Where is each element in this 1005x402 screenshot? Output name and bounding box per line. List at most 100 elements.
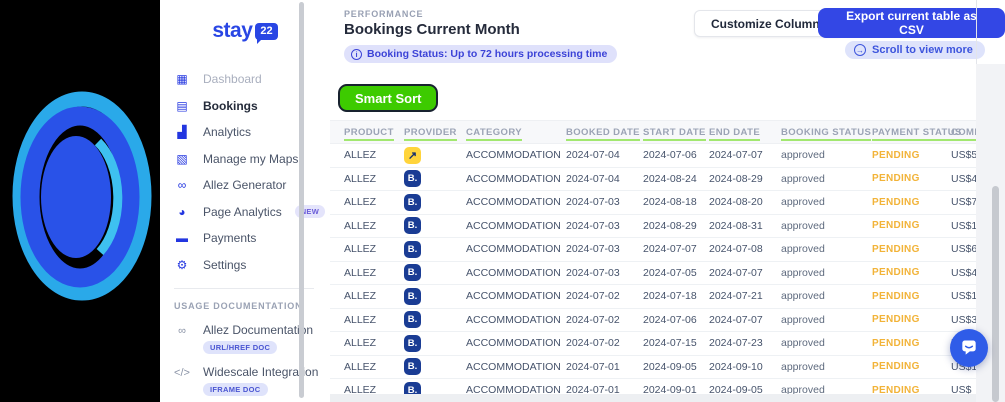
sidebar-item-bookings[interactable]: ▤ Bookings	[174, 93, 330, 120]
cell-payment-status: PENDING	[872, 243, 920, 255]
sidebar-scrollbar[interactable]	[299, 2, 304, 398]
cell-payment-status: PENDING	[872, 267, 920, 279]
column-header-start-date[interactable]: START DATE	[643, 126, 709, 141]
chat-widget-button[interactable]	[950, 329, 988, 367]
sidebar-item-widescale-integration[interactable]: </> Widescale Integration IFRAME DOC	[160, 357, 330, 399]
table-row[interactable]: ALLEZ B. ACCOMMODATION 2024-07-02 2024-0…	[330, 332, 976, 356]
sidebar-item-payments[interactable]: ▬ Payments	[174, 225, 330, 252]
scroll-to-view-more[interactable]: → Scroll to view more	[845, 41, 985, 59]
cell-payment-status: PENDING	[872, 196, 920, 208]
cell-commission: US$6.1	[951, 243, 976, 256]
cell-booked-date: 2024-07-01	[566, 384, 620, 394]
column-header-provider[interactable]: PROVIDER	[404, 126, 466, 141]
column-header-booked-date[interactable]: BOOKED DATE	[566, 126, 643, 141]
cell-start-date: 2024-07-18	[643, 290, 697, 303]
cell-start-date: 2024-07-07	[643, 243, 697, 256]
cell-product: ALLEZ	[344, 337, 377, 350]
sidebar-item-allez-generator[interactable]: ∞ Allez Generator	[174, 172, 330, 199]
cell-product: ALLEZ	[344, 172, 377, 185]
cell-product: ALLEZ	[344, 290, 377, 303]
booking-provider-icon: B.	[404, 287, 421, 305]
table-row[interactable]: ALLEZ B. ACCOMMODATION 2024-07-03 2024-0…	[330, 238, 976, 262]
vertical-scrollbar[interactable]	[992, 186, 999, 402]
cell-start-date: 2024-07-06	[643, 149, 697, 162]
stay22-logo[interactable]: stay 22	[160, 0, 330, 48]
cell-category: ACCOMMODATION	[466, 290, 561, 303]
cell-commission: US$7.8	[951, 196, 976, 209]
booking-provider-icon: B.	[404, 217, 421, 235]
info-icon: i	[351, 48, 362, 60]
cell-product: ALLEZ	[344, 384, 377, 394]
table-row[interactable]: ALLEZ B. ACCOMMODATION 2024-07-03 2024-0…	[330, 261, 976, 285]
table-row[interactable]: ALLEZ B. ACCOMMODATION 2024-07-02 2024-0…	[330, 285, 976, 309]
cell-end-date: 2024-07-21	[709, 290, 763, 303]
cell-provider: B.	[404, 217, 466, 235]
performance-eyebrow: PERFORMANCE	[344, 9, 424, 19]
cell-booked-date: 2024-07-03	[566, 243, 620, 256]
sidebar-nav: ▦ Dashboard ▤ Bookings ▟ Analytics ▧ Man…	[160, 48, 330, 278]
bookings-table: PRODUCT PROVIDER CATEGORY BOOKED DATE START …	[330, 120, 976, 394]
cell-booking-status: approved	[781, 219, 825, 232]
column-header-commission[interactable]: COMMISSION	[951, 126, 976, 141]
cell-commission: US$4.5	[951, 266, 976, 279]
table-row[interactable]: ALLEZ B. ACCOMMODATION 2024-07-03 2024-0…	[330, 191, 976, 215]
sidebar-item-analytics[interactable]: ▟ Analytics	[174, 119, 330, 146]
doc-type-badge: URL/HREF DOC	[203, 341, 278, 354]
cell-booked-date: 2024-07-04	[566, 172, 620, 185]
column-header-end-date[interactable]: END DATE	[709, 126, 781, 141]
cell-booking-status: approved	[781, 172, 825, 185]
sidebar-item-dashboard[interactable]: ▦ Dashboard	[174, 66, 330, 93]
cell-end-date: 2024-08-29	[709, 172, 763, 185]
cell-provider: ↗	[404, 146, 466, 164]
cell-booked-date: 2024-07-03	[566, 266, 620, 279]
cell-category: ACCOMMODATION	[466, 360, 561, 373]
booking-provider-icon: B.	[404, 381, 421, 394]
cell-booking-status: approved	[781, 243, 825, 256]
table-row[interactable]: ALLEZ B. ACCOMMODATION 2024-07-01 2024-0…	[330, 379, 976, 394]
horizontal-scrollbar[interactable]	[330, 394, 976, 402]
cell-product: ALLEZ	[344, 243, 377, 256]
cell-commission: US$3.5	[951, 313, 976, 326]
cell-booking-status: approved	[781, 360, 825, 373]
smart-sort-button[interactable]: Smart Sort	[338, 84, 439, 112]
table-row[interactable]: ALLEZ B. ACCOMMODATION 2024-07-02 2024-0…	[330, 308, 976, 332]
cell-start-date: 2024-07-15	[643, 337, 697, 350]
table-row[interactable]: ALLEZ B. ACCOMMODATION 2024-07-01 2024-0…	[330, 355, 976, 379]
app-window: stay 22 ▦ Dashboard ▤ Bookings ▟ Analyti…	[0, 0, 1005, 402]
table-row[interactable]: ALLEZ B. ACCOMMODATION 2024-07-03 2024-0…	[330, 214, 976, 238]
cell-start-date: 2024-09-05	[643, 360, 697, 373]
cell-payment-status: PENDING	[872, 384, 920, 394]
table-header-row: PRODUCT PROVIDER CATEGORY BOOKED DATE START …	[330, 121, 976, 144]
booking-provider-icon: B.	[404, 264, 421, 282]
doc-type-badge: IFRAME DOC	[203, 383, 268, 396]
cell-booked-date: 2024-07-01	[566, 360, 620, 373]
sidebar-item-settings[interactable]: ⚙ Settings	[174, 252, 330, 279]
cell-provider: B.	[404, 381, 466, 394]
sidebar: stay 22 ▦ Dashboard ▤ Bookings ▟ Analyti…	[160, 0, 330, 402]
link-icon: ∞	[177, 178, 187, 193]
sidebar-item-manage-my-maps[interactable]: ▧ Manage my Maps	[174, 146, 330, 173]
column-header-product[interactable]: PRODUCT	[344, 126, 404, 141]
table-row[interactable]: ALLEZ ↗ ACCOMMODATION 2024-07-04 2024-07…	[330, 144, 976, 168]
cell-provider: B.	[404, 334, 466, 352]
cell-category: ACCOMMODATION	[466, 266, 561, 279]
sidebar-item-page-analytics[interactable]: ◕ Page Analytics NEW	[174, 199, 330, 226]
column-header-category[interactable]: CATEGORY	[466, 126, 566, 141]
chain-link-icon: ∞	[178, 325, 186, 337]
left-black-panel	[0, 0, 160, 402]
column-header-payment-status[interactable]: PAYMENT STATUS	[872, 126, 962, 141]
cell-product: ALLEZ	[344, 196, 377, 209]
sidebar-item-allez-documentation[interactable]: ∞ Allez Documentation URL/HREF DOC	[160, 315, 330, 357]
cell-provider: B.	[404, 264, 466, 282]
column-header-booking-status[interactable]: BOOKING STATUS	[781, 126, 872, 141]
cell-product: ALLEZ	[344, 149, 377, 162]
cell-booked-date: 2024-07-03	[566, 196, 620, 209]
table-row[interactable]: ALLEZ B. ACCOMMODATION 2024-07-04 2024-0…	[330, 167, 976, 191]
cell-booking-status: approved	[781, 149, 825, 162]
page-title: Bookings Current Month	[344, 21, 520, 38]
cell-provider: B.	[404, 170, 466, 188]
cell-provider: B.	[404, 193, 466, 211]
cell-booked-date: 2024-07-04	[566, 149, 620, 162]
cell-start-date: 2024-07-05	[643, 266, 697, 279]
cell-product: ALLEZ	[344, 313, 377, 326]
